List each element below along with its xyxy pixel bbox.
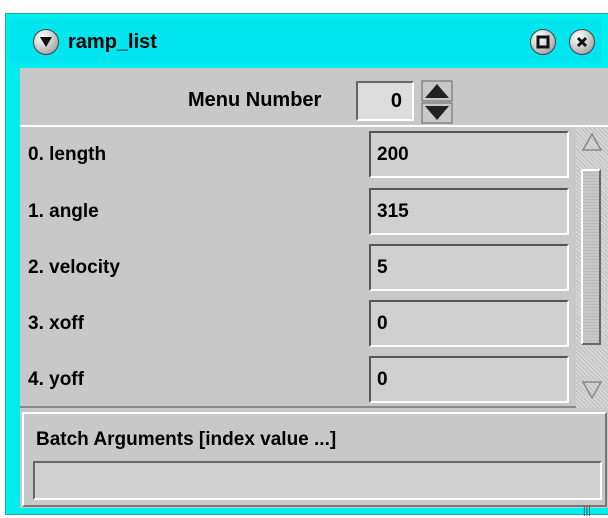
batch-arguments-input[interactable]: [33, 461, 602, 500]
list-item: 3. xoff 0: [20, 296, 571, 352]
param-value-field[interactable]: 0: [369, 356, 569, 403]
window-title: ramp_list: [68, 31, 157, 53]
stepper-up-icon: [421, 80, 453, 102]
scroll-thumb[interactable]: [581, 169, 601, 345]
menu-number-label: Menu Number: [188, 89, 322, 111]
param-value-field[interactable]: 315: [369, 188, 569, 235]
batch-arguments-label: Batch Arguments [index value ...]: [36, 429, 337, 450]
scroll-down-icon[interactable]: [581, 379, 603, 401]
param-value-field[interactable]: 200: [369, 131, 569, 178]
stepper-down-icon: [421, 102, 453, 124]
param-label: 0. length: [28, 144, 107, 165]
param-label: 3. xoff: [28, 313, 84, 334]
window-menu-icon[interactable]: [33, 29, 59, 55]
list-item: 1. angle 315: [20, 184, 571, 240]
list-item: 0. length 200: [20, 127, 571, 183]
param-value-field[interactable]: 5: [369, 244, 569, 291]
param-label: 2. velocity: [28, 257, 120, 278]
param-label: 1. angle: [28, 201, 99, 222]
param-value-field[interactable]: 0: [369, 300, 569, 347]
menu-number-stepper[interactable]: [421, 80, 453, 124]
maximize-icon[interactable]: [530, 29, 556, 55]
param-label: 4. yoff: [28, 369, 84, 390]
menu-number-field[interactable]: 0: [356, 81, 414, 121]
resize-grip-icon[interactable]: |||: [583, 506, 591, 517]
scroll-up-icon[interactable]: [581, 131, 603, 153]
close-icon[interactable]: [569, 29, 595, 55]
vertical-scrollbar[interactable]: [576, 127, 608, 408]
list-item: 2. velocity 5: [20, 240, 571, 296]
list-item: 4. yoff 0: [20, 352, 571, 408]
